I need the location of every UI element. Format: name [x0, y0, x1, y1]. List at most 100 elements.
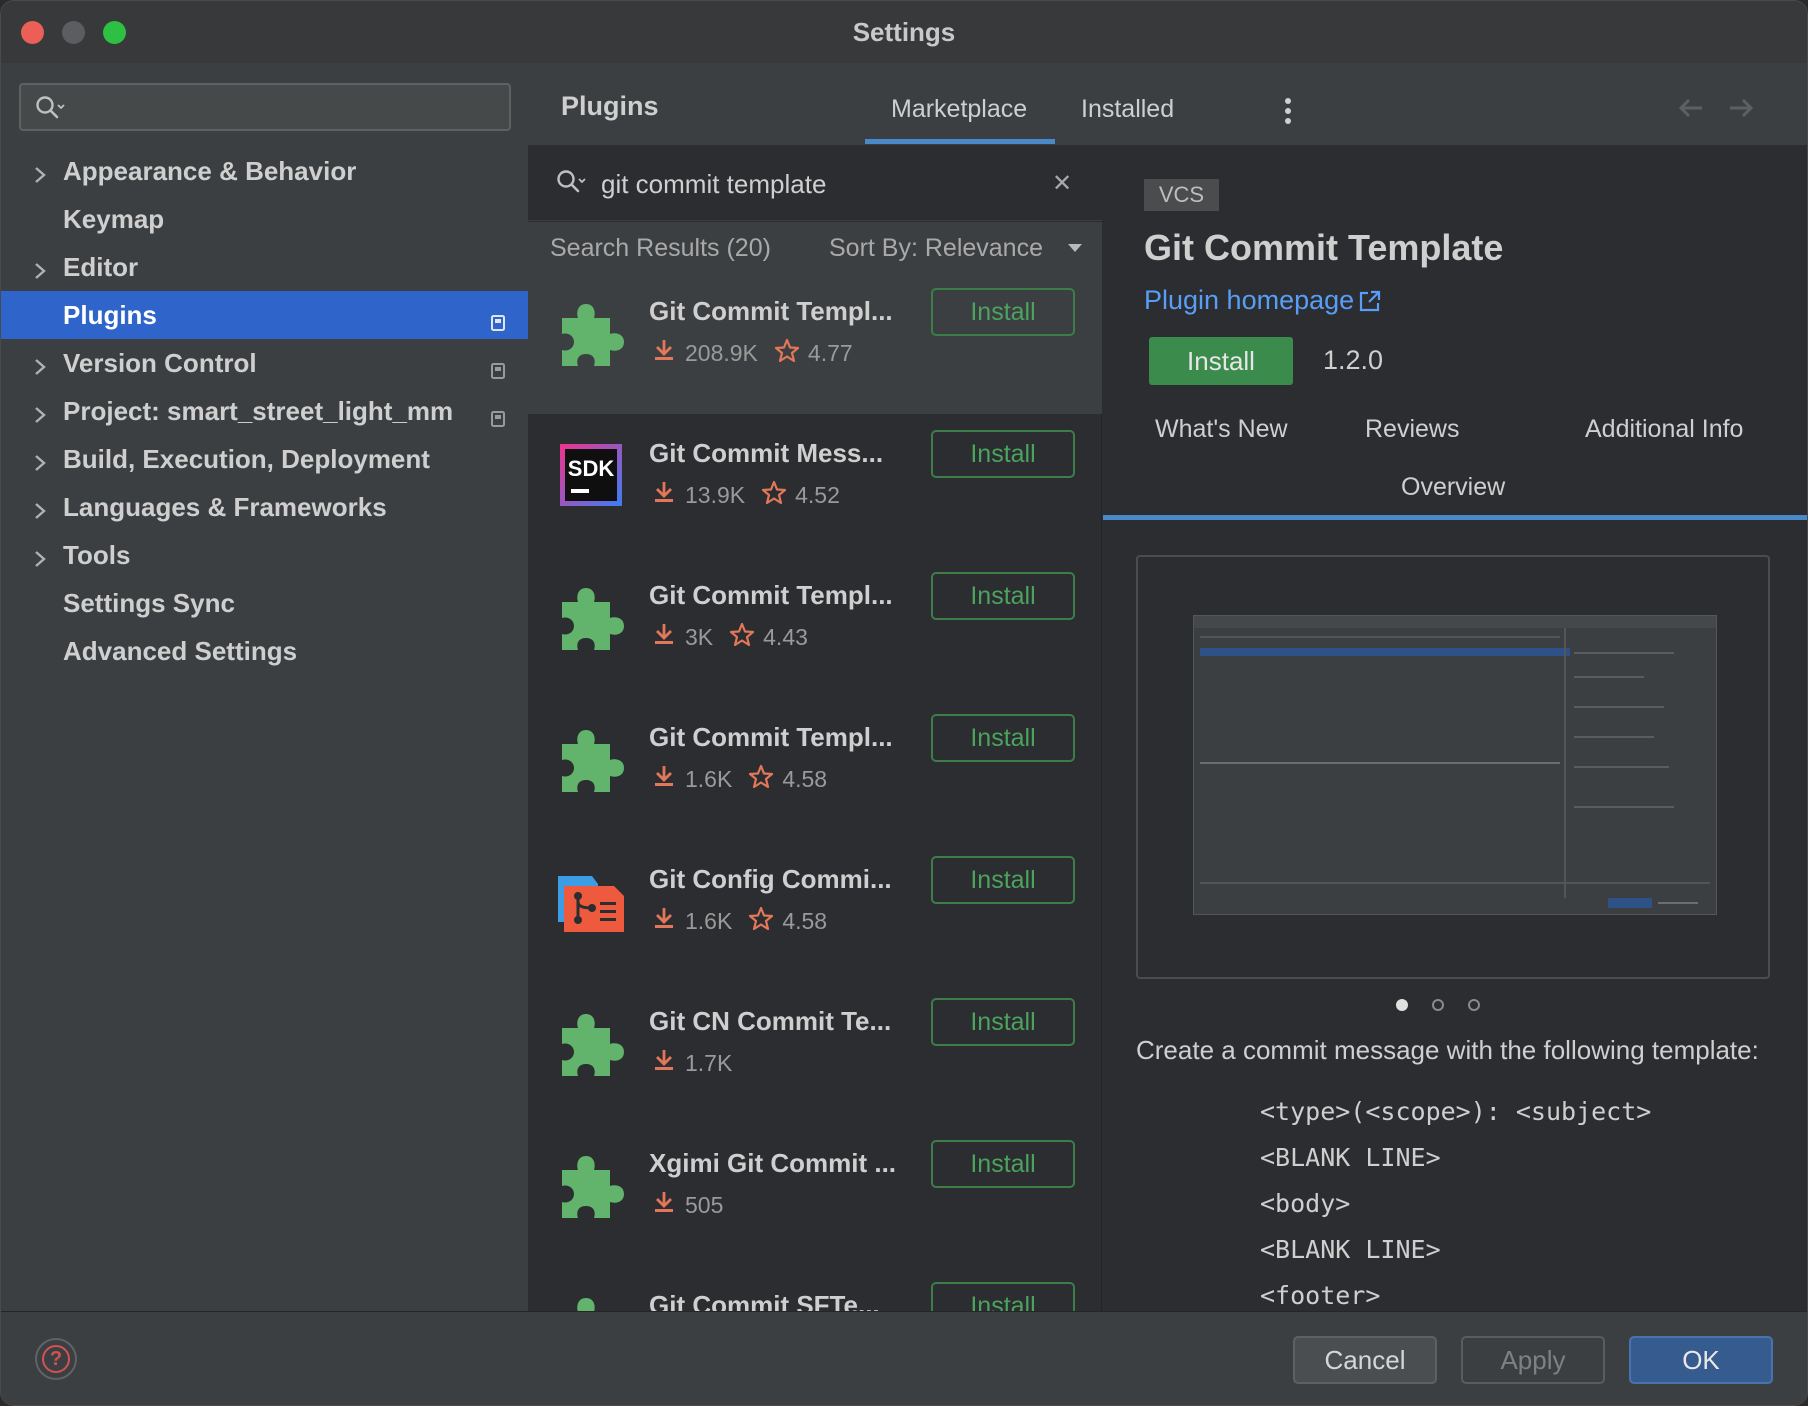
plugin-list-item[interactable]: Git Commit Templ... 208.9K 4.77 Install — [528, 272, 1102, 414]
plugin-stats: 1.6K 4.58 — [653, 906, 827, 936]
plugin-list-item[interactable]: Git Commit Templ... 1.6K 4.58 Install — [528, 698, 1102, 840]
sidebar-item-project-smart-street-light-mm[interactable]: Project: smart_street_light_mm — [1, 387, 528, 435]
install-button[interactable]: Install — [1149, 337, 1293, 385]
install-button[interactable]: Install — [931, 714, 1075, 762]
star-icon — [761, 480, 787, 510]
zoom-window-button[interactable] — [103, 21, 126, 44]
star-icon — [748, 906, 774, 936]
plugin-search-input[interactable]: git commit template — [601, 169, 826, 200]
sdk-icon: SDK — [552, 436, 628, 512]
minimize-window-button[interactable] — [62, 21, 85, 44]
sidebar-item-appearance-behavior[interactable]: Appearance & Behavior — [1, 147, 528, 195]
plugin-stats: 3K 4.43 — [653, 622, 808, 652]
tab-overview[interactable]: Overview — [1401, 473, 1505, 502]
sidebar-item-label: Version Control — [63, 347, 257, 378]
sidebar-item-plugins[interactable]: Plugins — [1, 291, 528, 339]
help-icon: ? — [42, 1345, 70, 1373]
template-line: <footer> — [1260, 1281, 1381, 1310]
window-controls — [21, 21, 126, 44]
plugin-list-item[interactable]: Git Config Commi... 1.6K 4.58 Install — [528, 840, 1102, 982]
download-count: 1.6K — [685, 765, 733, 792]
help-button[interactable]: ? — [35, 1338, 77, 1380]
download-icon — [653, 1190, 675, 1220]
ok-button[interactable]: OK — [1629, 1336, 1773, 1384]
close-window-button[interactable] — [21, 21, 44, 44]
puzzle-icon — [552, 1004, 628, 1080]
download-count: 208.9K — [685, 339, 758, 366]
plugin-name: Git Commit Mess... — [649, 438, 884, 468]
download-count: 1.7K — [685, 1049, 733, 1076]
cancel-button[interactable]: Cancel — [1293, 1336, 1437, 1384]
plugin-search-field[interactable]: git commit template ✕ — [528, 145, 1102, 221]
chevron-right-icon[interactable] — [33, 545, 47, 576]
chevron-right-icon[interactable] — [33, 497, 47, 528]
plugin-homepage-link[interactable]: Plugin homepage — [1144, 285, 1382, 316]
plugin-stats: 1.6K 4.58 — [653, 764, 827, 794]
git-config-icon — [552, 862, 628, 938]
tab-whats-new[interactable]: What's New — [1155, 415, 1288, 444]
download-icon — [653, 338, 675, 368]
window-title: Settings — [852, 16, 956, 47]
sidebar-item-settings-sync[interactable]: Settings Sync — [1, 579, 528, 627]
rating-value: 4.52 — [795, 481, 840, 508]
clear-search-icon[interactable]: ✕ — [1052, 169, 1072, 198]
plugin-name: Git Commit Templ... — [649, 296, 893, 326]
install-button[interactable]: Install — [931, 1140, 1075, 1188]
plugin-list-item[interactable]: Git CN Commit Te... 1.7K Install — [528, 982, 1102, 1124]
plugin-title: Git Commit Template — [1144, 227, 1504, 268]
project-level-icon — [491, 403, 505, 427]
sidebar-item-label: Build, Execution, Deployment — [63, 443, 430, 474]
tab-reviews[interactable]: Reviews — [1365, 415, 1459, 444]
tab-installed[interactable]: Installed — [1081, 95, 1174, 124]
tab-marketplace[interactable]: Marketplace — [891, 95, 1027, 124]
plugin-screenshot[interactable] — [1136, 555, 1770, 979]
install-button[interactable]: Install — [931, 572, 1075, 620]
sidebar-item-label: Languages & Frameworks — [63, 491, 387, 522]
plugin-name: Git Config Commi... — [649, 864, 892, 894]
back-arrow-icon[interactable] — [1678, 97, 1704, 124]
chevron-right-icon[interactable] — [33, 401, 47, 432]
install-button[interactable]: Install — [931, 856, 1075, 904]
project-level-icon — [491, 307, 505, 331]
chevron-right-icon[interactable] — [33, 353, 47, 384]
chevron-right-icon[interactable] — [33, 257, 47, 288]
download-count: 13.9K — [685, 481, 746, 508]
chevron-down-icon[interactable] — [1068, 244, 1082, 252]
download-icon — [653, 480, 675, 510]
category-tag[interactable]: VCS — [1144, 179, 1219, 211]
chevron-right-icon[interactable] — [33, 449, 47, 480]
puzzle-icon — [552, 720, 628, 796]
sort-dropdown[interactable]: Sort By: Relevance — [829, 234, 1043, 263]
sidebar-item-build-execution-deployment[interactable]: Build, Execution, Deployment — [1, 435, 528, 483]
install-button[interactable]: Install — [931, 288, 1075, 336]
install-button[interactable]: Install — [931, 998, 1075, 1046]
install-button[interactable]: Install — [931, 430, 1075, 478]
plugin-stats: 13.9K 4.52 — [653, 480, 840, 510]
sidebar-item-languages-frameworks[interactable]: Languages & Frameworks — [1, 483, 528, 531]
sidebar-item-advanced-settings[interactable]: Advanced Settings — [1, 627, 528, 675]
sidebar-item-version-control[interactable]: Version Control — [1, 339, 528, 387]
sidebar-item-tools[interactable]: Tools — [1, 531, 528, 579]
carousel-dot-1[interactable] — [1396, 999, 1408, 1011]
plugin-name: Xgimi Git Commit ... — [649, 1148, 897, 1178]
carousel-dot-3[interactable] — [1468, 999, 1480, 1011]
carousel-dot-2[interactable] — [1432, 999, 1444, 1011]
plugin-version: 1.2.0 — [1323, 345, 1384, 375]
sidebar-item-label: Tools — [63, 539, 131, 570]
forward-arrow-icon[interactable] — [1728, 97, 1754, 124]
rating-value: 4.43 — [763, 623, 808, 650]
tab-additional-info[interactable]: Additional Info — [1585, 415, 1743, 444]
settings-nav: Appearance & Behavior Keymap Editor Plugins… — [1, 147, 528, 675]
more-options-icon[interactable] — [1284, 97, 1292, 125]
settings-search-input[interactable] — [19, 83, 511, 131]
plugin-list-item[interactable]: Xgimi Git Commit ... 505 Install — [528, 1124, 1102, 1266]
plugin-description: Create a commit message with the followi… — [1136, 1035, 1759, 1065]
plugin-list-item[interactable]: Git Commit Templ... 3K 4.43 Install — [528, 556, 1102, 698]
sidebar-item-keymap[interactable]: Keymap — [1, 195, 528, 243]
homepage-label: Plugin homepage — [1144, 285, 1355, 315]
chevron-right-icon[interactable] — [33, 161, 47, 192]
sidebar-item-editor[interactable]: Editor — [1, 243, 528, 291]
apply-button[interactable]: Apply — [1461, 1336, 1605, 1384]
plugin-list-item[interactable]: SDK Git Commit Mess... 13.9K 4.52 Install — [528, 414, 1102, 556]
download-count: 1.6K — [685, 907, 733, 934]
